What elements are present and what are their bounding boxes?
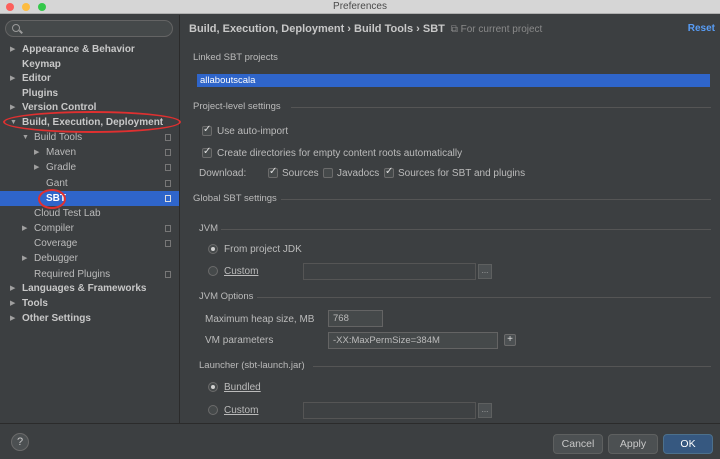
sidebar-item-keymap[interactable]: Keymap (0, 57, 179, 72)
ok-button[interactable]: OK (663, 434, 713, 454)
create-directories-label: Create directories for empty content roo… (217, 148, 463, 159)
help-button[interactable]: ? (11, 433, 29, 451)
chevron-right-icon: ▶ (10, 104, 16, 111)
sidebar-item-gant[interactable]: Gant (0, 176, 179, 191)
vm-parameters-label: VM parameters (205, 335, 274, 346)
use-auto-import-checkbox[interactable] (202, 124, 212, 136)
from-project-jdk-label: From project JDK (224, 244, 302, 255)
chevron-down-icon: ▼ (22, 134, 29, 141)
launcher-browse-button[interactable]: ... (478, 403, 492, 418)
vm-parameters-input[interactable]: -XX:MaxPermSize=384M (328, 332, 498, 349)
project-scope-icon (165, 149, 171, 156)
chevron-right-icon: ▶ (10, 285, 16, 292)
search-icon (12, 24, 20, 32)
javadocs-checkbox[interactable] (323, 168, 333, 178)
project-scope-icon (165, 195, 171, 202)
project-scope-icon (165, 271, 171, 278)
chevron-right-icon: ▶ (34, 149, 40, 156)
sidebar-item-sbt[interactable]: SBT (0, 191, 179, 206)
launcher-custom-radio[interactable] (208, 405, 218, 415)
project-settings-title: Project-level settings (193, 101, 281, 112)
sidebar-item-tools[interactable]: ▶ Tools (0, 296, 179, 311)
section-divider (257, 297, 711, 298)
sidebar-item-maven[interactable]: ▶ Maven (0, 145, 179, 160)
jvm-title: JVM (199, 223, 218, 234)
sidebar-item-compiler[interactable]: ▶ Compiler (0, 221, 179, 236)
breadcrumb-text: Build, Execution, Deployment › Build Too… (189, 23, 445, 35)
chevron-right-icon: ▶ (22, 225, 28, 232)
launcher-custom-path-field[interactable] (303, 402, 476, 419)
from-project-jdk-radio[interactable] (208, 244, 218, 254)
jvm-browse-button[interactable]: ... (478, 264, 492, 279)
project-scope-icon (165, 134, 171, 141)
launcher-custom-label: Custom (224, 405, 259, 416)
use-auto-import-label: Use auto-import (217, 126, 289, 137)
max-heap-label: Maximum heap size, MB (205, 314, 315, 325)
section-divider (313, 366, 711, 367)
project-scope-icon (165, 164, 171, 171)
sidebar-item-required-plugins[interactable]: Required Plugins (0, 267, 179, 282)
for-current-project-note: ⧉ For current project (447, 24, 543, 35)
sidebar-item-other-settings[interactable]: ▶ Other Settings (0, 311, 179, 326)
section-divider (291, 107, 711, 108)
launcher-bundled-radio[interactable] (208, 382, 218, 392)
javadocs-label: Javadocs (337, 168, 380, 179)
linked-projects-title: Linked SBT projects (193, 52, 278, 63)
chevron-right-icon: ▶ (34, 164, 40, 171)
chevron-right-icon: ▶ (10, 75, 16, 82)
jvm-custom-label: Custom (224, 266, 259, 277)
create-directories-checkbox[interactable] (202, 146, 212, 158)
section-divider (221, 229, 711, 230)
dialog-footer: ? Cancel Apply OK (0, 423, 720, 459)
for-current-project-label: For current project (460, 24, 543, 35)
sidebar-item-cloud-test-lab[interactable]: Cloud Test Lab (0, 206, 179, 221)
sidebar-item-appearance-behavior[interactable]: ▶ Appearance & Behavior (0, 42, 179, 57)
chevron-right-icon: ▶ (10, 300, 16, 307)
max-heap-input[interactable]: 768 (328, 310, 383, 327)
expand-vm-parameters-button[interactable]: + (504, 334, 516, 346)
chevron-right-icon: ▶ (22, 255, 28, 262)
sidebar-item-editor[interactable]: ▶ Editor (0, 71, 179, 86)
sources-sbt-plugins-checkbox[interactable] (384, 166, 394, 178)
cancel-button[interactable]: Cancel (553, 434, 603, 454)
settings-sidebar: ▶ Appearance & Behavior Keymap ▶ Editor … (0, 15, 181, 423)
linked-project-row[interactable]: allaboutscala (197, 74, 710, 87)
sidebar-item-build-execution-deployment[interactable]: ▼ Build, Execution, Deployment (0, 115, 179, 130)
launcher-bundled-label: Bundled (224, 382, 261, 393)
sidebar-item-coverage[interactable]: Coverage (0, 236, 179, 251)
project-scope-icon (165, 180, 171, 187)
section-divider (281, 199, 711, 200)
breadcrumb: Build, Execution, Deployment › Build Too… (189, 23, 542, 35)
jvm-options-title: JVM Options (199, 291, 254, 302)
search-input[interactable] (5, 20, 173, 37)
launcher-title: Launcher (sbt-launch.jar) (199, 360, 305, 371)
sidebar-item-plugins[interactable]: Plugins (0, 86, 179, 101)
download-label: Download: (199, 168, 247, 179)
sidebar-item-languages-frameworks[interactable]: ▶ Languages & Frameworks (0, 281, 179, 296)
project-scope-icon (165, 225, 171, 232)
settings-content-panel: Build, Execution, Deployment › Build Too… (181, 15, 720, 423)
jvm-custom-radio[interactable] (208, 266, 218, 276)
window-title: Preferences (333, 1, 387, 12)
sources-label: Sources (282, 168, 319, 179)
sources-sbt-plugins-label: Sources for SBT and plugins (398, 168, 526, 179)
sidebar-item-build-tools[interactable]: ▼ Build Tools (0, 130, 179, 145)
chevron-right-icon: ▶ (10, 315, 16, 322)
sidebar-item-debugger[interactable]: ▶ Debugger (0, 251, 179, 266)
sources-checkbox[interactable] (268, 166, 278, 178)
jvm-custom-path-field[interactable] (303, 263, 476, 280)
chevron-down-icon: ▼ (10, 119, 17, 126)
chevron-right-icon: ▶ (10, 46, 16, 53)
apply-button[interactable]: Apply (608, 434, 658, 454)
window-titlebar: Preferences (0, 0, 720, 14)
global-settings-title: Global SBT settings (193, 193, 277, 204)
sidebar-item-version-control[interactable]: ▶ Version Control (0, 100, 179, 115)
sidebar-item-gradle[interactable]: ▶ Gradle (0, 160, 179, 175)
project-scope-icon (165, 240, 171, 247)
reset-link[interactable]: Reset (688, 23, 715, 34)
